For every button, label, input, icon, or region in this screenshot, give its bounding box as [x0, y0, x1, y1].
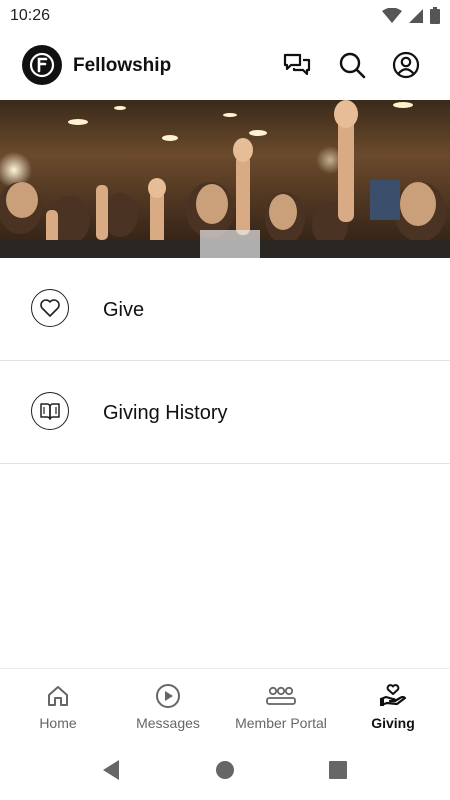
nav-label: Giving: [371, 715, 415, 731]
menu-item-give[interactable]: Give: [0, 258, 450, 361]
signal-icon: [409, 8, 423, 23]
nav-item-giving[interactable]: Giving: [337, 669, 449, 741]
play-circle-icon: [112, 682, 224, 710]
nav-label: Messages: [136, 715, 200, 731]
search-button[interactable]: [337, 50, 367, 80]
wifi-icon: [382, 7, 402, 23]
fellowship-logo[interactable]: [22, 45, 62, 85]
menu-item-giving-history[interactable]: Giving History: [0, 361, 450, 464]
app-bar: Fellowship: [0, 32, 450, 100]
recents-button[interactable]: [326, 758, 350, 782]
giving-hand-icon: [337, 682, 449, 710]
hero-image: [0, 100, 450, 258]
home-icon: [2, 682, 114, 710]
status-bar: 10:26: [0, 0, 450, 32]
logo-icon: [29, 52, 55, 78]
giving-menu: Give Giving History: [0, 258, 450, 464]
hero-photo: [0, 100, 450, 258]
menu-item-label: Giving History: [103, 402, 228, 424]
chat-button[interactable]: [282, 50, 312, 80]
app-title: Fellowship: [73, 55, 172, 76]
battery-icon: [430, 7, 440, 24]
home-system-button[interactable]: [213, 758, 237, 782]
heart-icon: [31, 289, 69, 327]
search-icon: [339, 52, 366, 79]
back-button[interactable]: [99, 758, 123, 782]
nav-label: Home: [39, 715, 77, 731]
recents-icon: [329, 761, 347, 779]
account-button[interactable]: [391, 50, 421, 80]
nav-label: Member Portal: [235, 715, 327, 731]
group-icon: [225, 682, 337, 710]
account-icon: [392, 51, 420, 79]
chat-icon: [283, 53, 311, 76]
status-time: 10:26: [10, 7, 51, 24]
book-icon: [31, 392, 69, 430]
nav-item-messages[interactable]: Messages: [112, 669, 224, 741]
system-nav-bar: [0, 740, 450, 800]
bottom-nav: Home Messages Member Portal Giving: [0, 668, 450, 741]
nav-item-home[interactable]: Home: [2, 669, 114, 741]
back-icon: [103, 760, 119, 780]
nav-item-member-portal[interactable]: Member Portal: [225, 669, 337, 741]
status-icons: [382, 7, 440, 24]
menu-item-label: Give: [103, 299, 145, 321]
home-circle-icon: [216, 761, 234, 779]
